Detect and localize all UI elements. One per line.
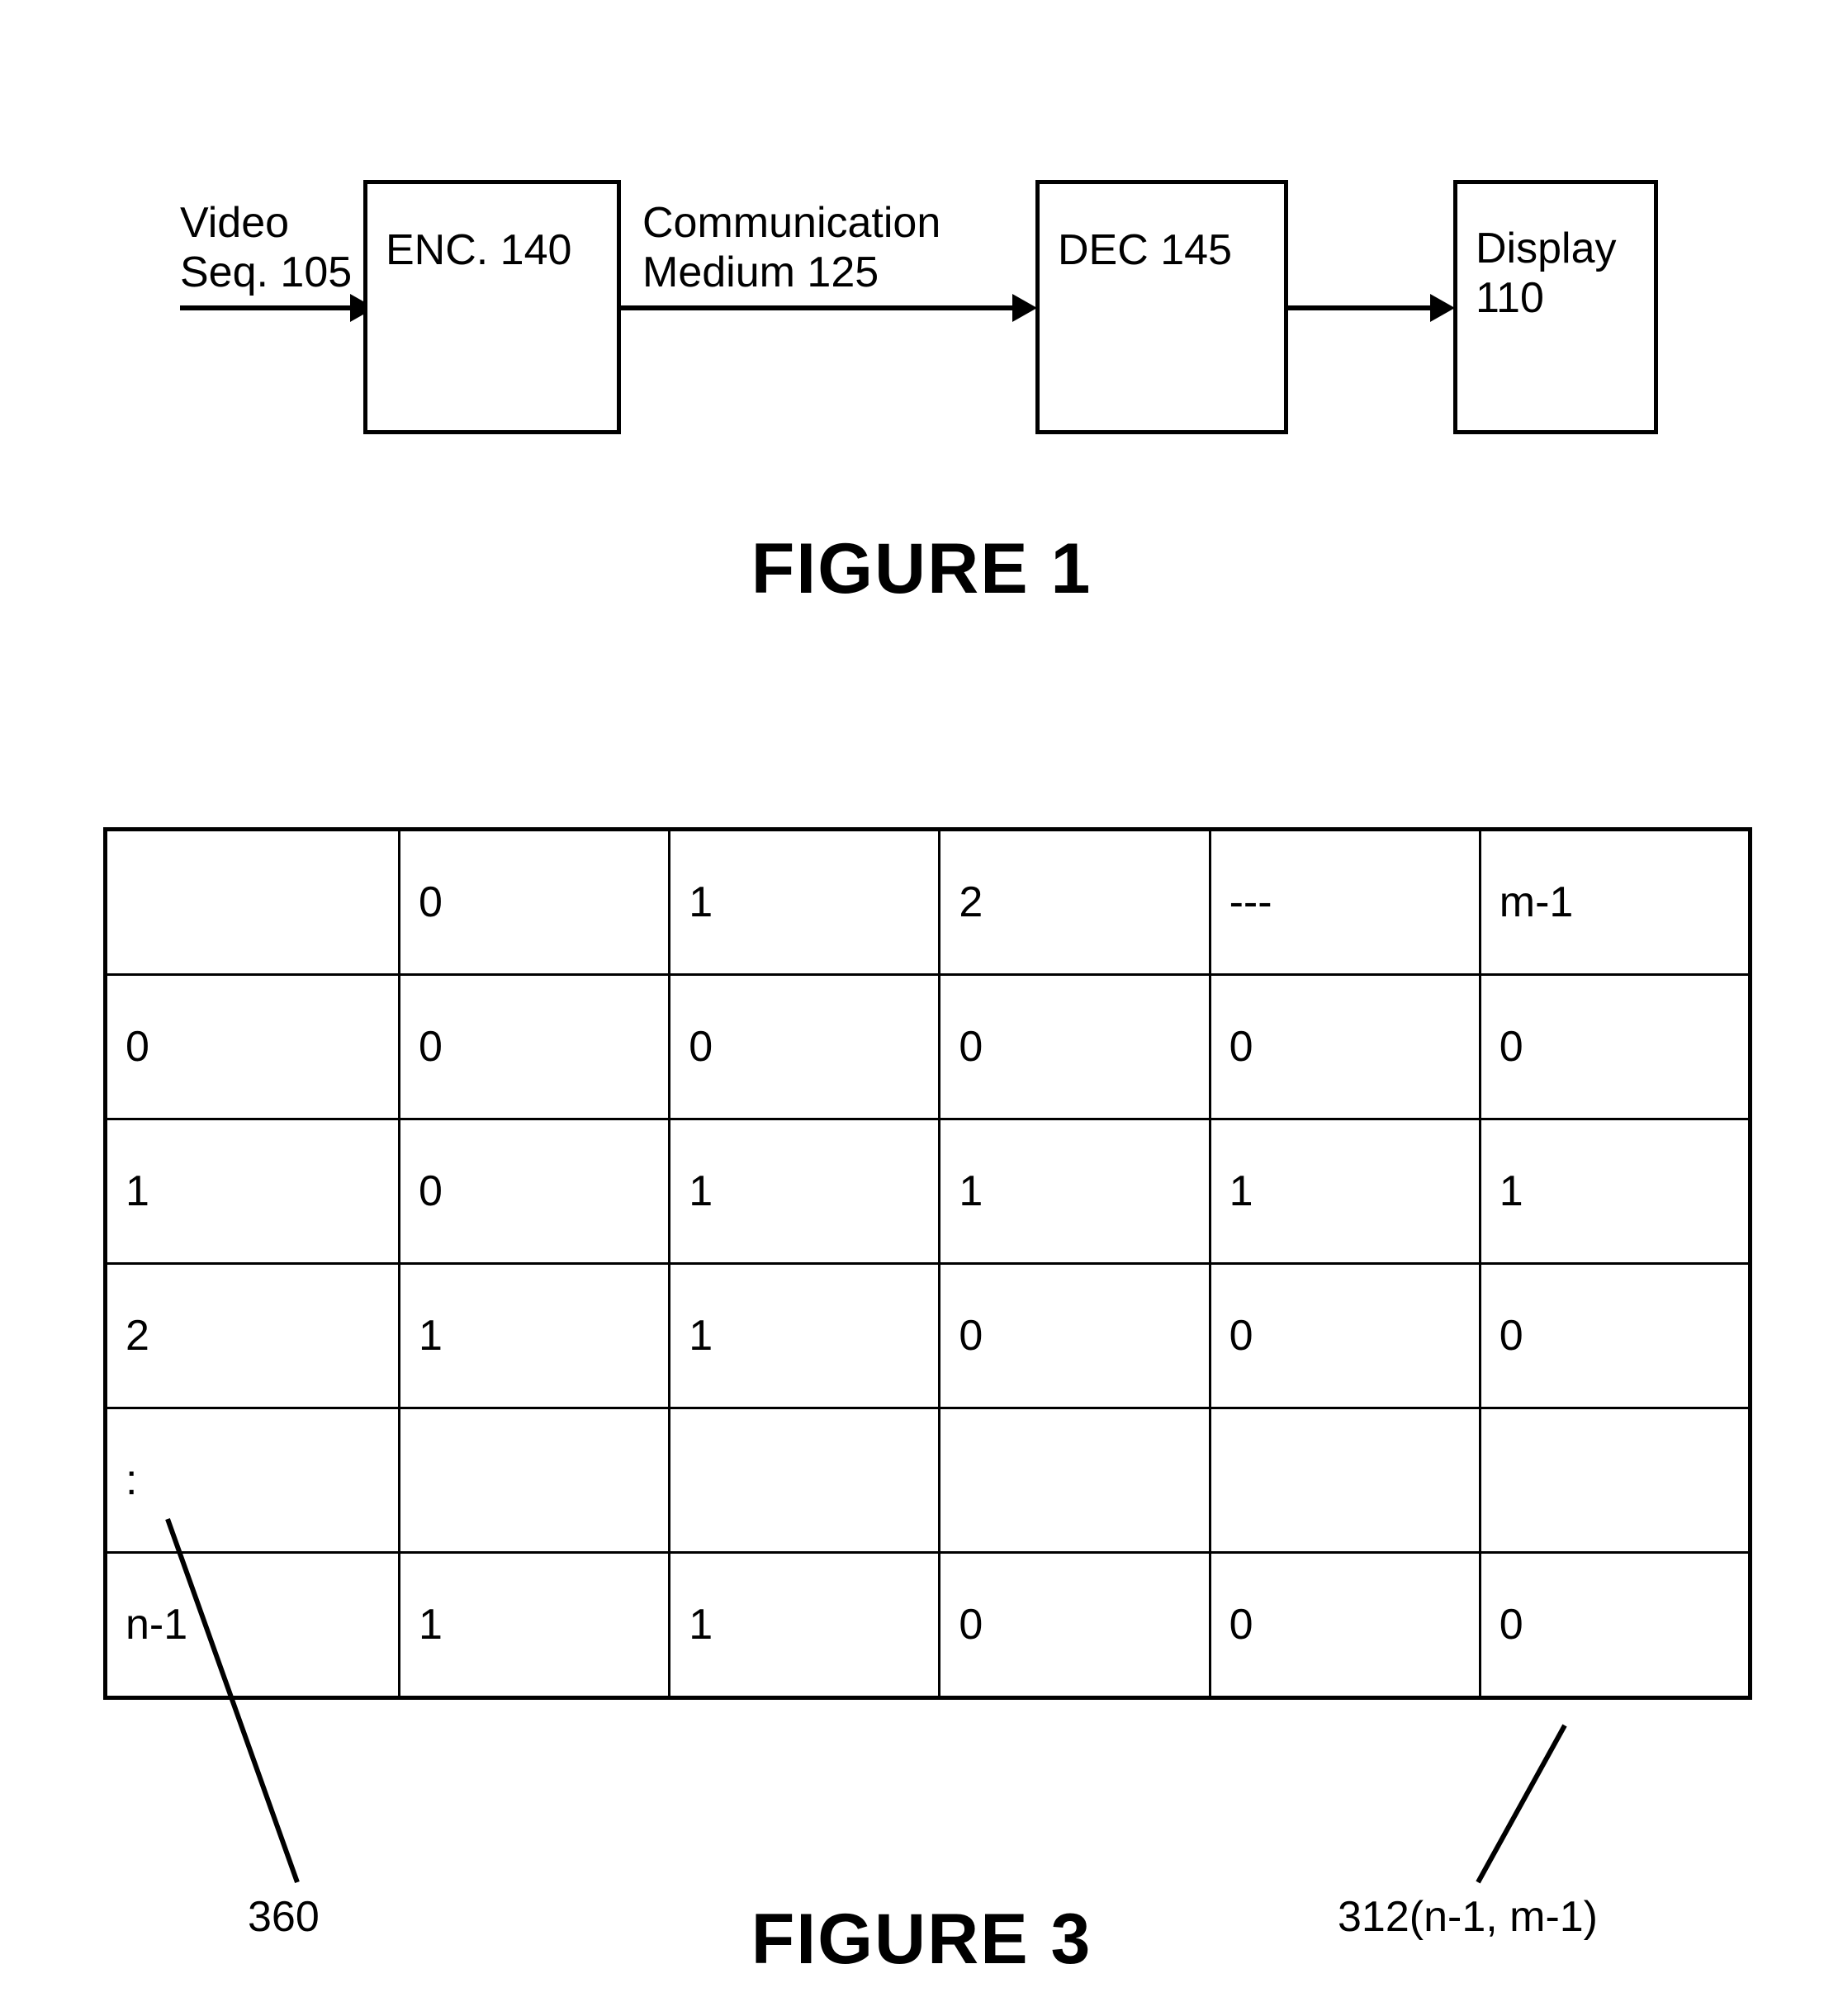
figure-1-caption: FIGURE 1 [751,529,1092,608]
table-row: 1 0 1 1 1 1 [103,1118,1753,1265]
cell-0-2: 0 [938,973,1211,1120]
figure-3: 0 1 2 --- m-1 0 0 0 0 0 0 1 0 1 1 1 1 2 … [0,644,1843,2016]
patent-figure-page: Video Seq. 105 ENC. 140 Communication Me… [0,0,1843,2016]
cell-1-1: 1 [668,1118,941,1265]
cell-4-4: 0 [1478,1551,1753,1700]
cell-1-0: 0 [397,1118,671,1265]
cell-0-3: 0 [1208,973,1481,1120]
cell-2-1: 1 [668,1262,941,1409]
cell-4-0: 1 [397,1551,671,1700]
column-header-m-minus-1: m-1 [1478,827,1753,976]
cell-4-2: 0 [938,1551,1211,1700]
table-row: : [103,1407,1753,1554]
cell-3-1 [668,1407,941,1554]
column-header-1: 1 [668,827,941,976]
table-row: 0 0 0 0 0 0 [103,973,1753,1120]
cell-4-1: 1 [668,1551,941,1700]
table-row: n-1 1 1 0 0 0 [103,1551,1753,1700]
cell-3-0 [397,1407,671,1554]
binary-matrix-table: 0 1 2 --- m-1 0 0 0 0 0 0 1 0 1 1 1 1 2 … [103,827,1753,1700]
figure-1: Video Seq. 105 ENC. 140 Communication Me… [0,0,1843,644]
encoder-block-label: ENC. 140 [386,226,572,274]
cell-3-2 [938,1407,1211,1554]
arrow-encoder-to-decoder-line [621,305,1019,310]
cell-3-4 [1478,1407,1753,1554]
video-sequence-label: Video Seq. 105 [180,199,353,296]
cell-1-3: 1 [1208,1118,1481,1265]
encoder-block: ENC. 140 [363,180,621,434]
cell-1-4: 1 [1478,1118,1753,1265]
arrow-input-to-encoder-line [180,305,355,310]
cell-0-4: 0 [1478,973,1753,1120]
column-header-2: 2 [938,827,1211,976]
table-row: 2 1 1 0 0 0 [103,1262,1753,1409]
cell-2-2: 0 [938,1262,1211,1409]
display-block: Display 110 [1453,180,1658,434]
row-header-n-minus-1: n-1 [103,1551,400,1700]
row-header-ellipsis: : [103,1407,400,1554]
cell-2-4: 0 [1478,1262,1753,1409]
cell-1-2: 1 [938,1118,1211,1265]
communication-medium-label: Communication Medium 125 [642,199,941,296]
arrow-encoder-to-decoder-head [1012,294,1037,322]
cell-4-3: 0 [1208,1551,1481,1700]
cell-2-0: 1 [397,1262,671,1409]
row-header-0: 0 [103,973,400,1120]
leader-line-312 [1476,1724,1567,1884]
arrow-decoder-to-display-line [1288,305,1437,310]
cell-0-1: 0 [668,973,941,1120]
figure-3-caption: FIGURE 3 [751,1900,1092,1979]
column-header-0: 0 [397,827,671,976]
cell-2-3: 0 [1208,1262,1481,1409]
row-header-2: 2 [103,1262,400,1409]
column-header-ellipsis: --- [1208,827,1481,976]
table-corner-cell [103,827,400,976]
arrow-decoder-to-display-head [1430,294,1455,322]
decoder-block: DEC 145 [1035,180,1288,434]
cell-3-3 [1208,1407,1481,1554]
row-header-1: 1 [103,1118,400,1265]
table-header-row: 0 1 2 --- m-1 [103,827,1753,976]
display-block-label: Display 110 [1476,225,1617,322]
decoder-block-label: DEC 145 [1058,226,1232,274]
cell-0-0: 0 [397,973,671,1120]
